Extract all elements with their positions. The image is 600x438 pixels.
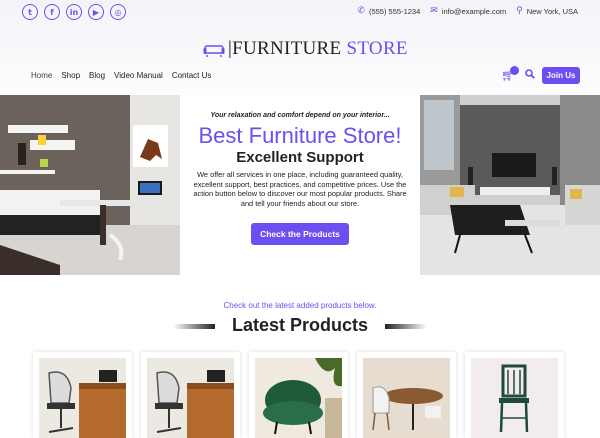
product-dining-set-image xyxy=(363,358,450,438)
facebook-icon[interactable]: f xyxy=(44,4,60,20)
instagram-icon[interactable]: ◎ xyxy=(110,4,126,20)
hero-title: Best Furniture Store! xyxy=(198,123,402,148)
latest-products-subtitle: Check out the latest added products belo… xyxy=(223,301,377,310)
hero-living-room-image xyxy=(420,95,600,275)
linkedin-icon[interactable]: in xyxy=(66,4,82,20)
logo-word-store: STORE xyxy=(346,38,408,59)
map-pin-icon: ⚲ xyxy=(516,6,523,16)
product-list xyxy=(33,352,564,438)
nav-video-manual[interactable]: Video Manual xyxy=(114,71,163,80)
youtube-icon[interactable]: ▶ xyxy=(88,4,104,20)
location-text: New York, USA xyxy=(526,6,578,16)
cart-badge xyxy=(510,66,519,75)
email-contact[interactable]: ✉ info@example.com xyxy=(430,6,506,16)
main-nav: Home Shop Blog Video Manual Contact Us xyxy=(31,71,211,80)
product-green-chair-image xyxy=(471,358,558,438)
search-icon[interactable] xyxy=(525,69,535,79)
twitter-icon[interactable]: t xyxy=(22,4,38,20)
hero-description: We offer all services in one place, incl… xyxy=(193,170,407,208)
hero-panel: Your relaxation and comfort depend on yo… xyxy=(180,95,420,275)
product-card[interactable] xyxy=(141,352,240,438)
hero-bedroom-image xyxy=(0,95,180,275)
product-card[interactable] xyxy=(33,352,132,438)
hero-subtitle: Excellent Support xyxy=(236,149,364,166)
sofa-logo-icon xyxy=(203,45,225,57)
social-links: t f in ▶ ◎ xyxy=(22,4,126,20)
site-logo[interactable]: |FURNITURE STORE xyxy=(203,38,408,60)
latest-products-title: Latest Products xyxy=(231,315,369,335)
check-products-button[interactable]: Check the Products xyxy=(251,223,349,245)
product-card[interactable] xyxy=(357,352,456,438)
contact-info: ✆ (555) 555-1234 ✉ info@example.com ⚲ Ne… xyxy=(357,6,578,16)
nav-home[interactable]: Home xyxy=(31,71,52,80)
nav-blog[interactable]: Blog xyxy=(89,71,105,80)
hero-tagline: Your relaxation and comfort depend on yo… xyxy=(210,112,390,119)
title-divider-right xyxy=(385,324,427,329)
logo-text: |FURNITURE STORE xyxy=(228,38,408,59)
email-text: info@example.com xyxy=(441,6,507,16)
location-contact: ⚲ New York, USA xyxy=(516,6,578,16)
product-card[interactable] xyxy=(465,352,564,438)
join-us-button[interactable]: Join Us xyxy=(542,67,580,84)
product-green-armchair-image xyxy=(255,358,342,438)
phone-contact[interactable]: ✆ (555) 555-1234 xyxy=(357,6,420,16)
logo-word-furniture: FURNITURE xyxy=(232,38,342,59)
product-office-desk-image xyxy=(147,358,234,438)
phone-text: (555) 555-1234 xyxy=(368,6,421,16)
envelope-icon: ✉ xyxy=(430,6,438,16)
phone-icon: ✆ xyxy=(357,6,365,16)
nav-shop[interactable]: Shop xyxy=(61,71,80,80)
product-card[interactable] xyxy=(249,352,348,438)
product-office-chair-image xyxy=(39,358,126,438)
nav-contact-us[interactable]: Contact Us xyxy=(172,71,212,80)
